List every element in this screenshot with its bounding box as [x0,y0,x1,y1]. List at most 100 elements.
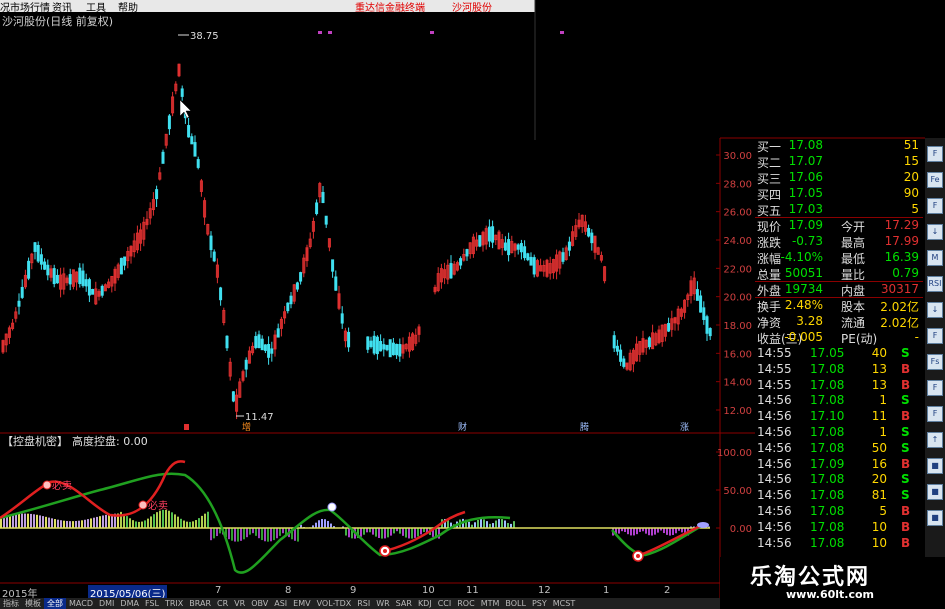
side-tool-icon[interactable]: F [927,380,943,396]
sell-marker [42,480,52,490]
tick-row: 14:55 17.08 13 B [755,378,923,394]
indicator-tabs: 指标 模板 全部 MACD DMI DMA FSL TRIX BRAR CR VR OBV ASI EMV… [0,598,720,609]
stat-value: 50051 [784,266,823,280]
side-tool-icon[interactable]: Fe [927,172,943,188]
tick-side: B [901,519,911,534]
indicator-bar [183,520,185,528]
indicator-bar [144,520,146,528]
indicator-tab[interactable]: MCST [550,599,578,608]
indicator-tab[interactable]: TRIX [162,599,186,608]
stat-value-2: 17.29 [884,218,919,232]
indicator-bar [384,528,386,539]
candle-body [267,344,271,358]
indicator-tab[interactable]: 模板 [22,598,44,609]
indicator-tab[interactable]: DMI [96,599,117,608]
indicator-tab[interactable]: ROC [454,599,477,608]
indicator-tab[interactable]: MACD [66,599,96,608]
indicator-bar [84,519,86,528]
tick-row: 14:56 17.08 5 B [755,504,923,520]
indicator-tab[interactable]: CR [214,599,231,608]
price-tick-label: 28.00 [723,179,752,190]
indicator-tab[interactable]: WR [373,599,392,608]
indicator-bar [66,520,68,528]
side-tool-icon[interactable]: ↓ [927,224,943,240]
indicator-tab[interactable]: SAR [393,599,415,608]
candle-body [615,345,619,352]
side-tool-icon[interactable]: ■ [927,458,943,474]
indicator-bar [165,509,167,528]
indicator-tab[interactable]: 全部 [44,598,66,609]
indicator-tab[interactable]: VOL-TDX [314,599,355,608]
tick-side: S [901,393,910,408]
candle-body [449,263,453,279]
candle-body [612,335,616,349]
tick-time: 14:56 [757,535,792,550]
indicator-tab[interactable]: CCI [435,599,455,608]
indicator-bar [633,528,635,536]
indicator-bar [483,519,485,528]
indicator-bar [630,528,632,536]
tick-price: 17.08 [810,535,845,550]
candle-body [219,287,223,301]
indicator-bar [141,521,143,528]
stat-row: 换手 2.48% 股本 2.02亿 [755,298,923,314]
indicator-tab[interactable]: EMV [290,599,313,608]
side-tool-icon[interactable]: ↓ [927,302,943,318]
price-axis: 30.00 28.00 26.00 24.00 22.00 20.00 18.00 16.00… [716,151,752,535]
indicator-tab[interactable]: MTM [478,599,503,608]
indicator-bar [666,528,668,535]
indicator-bar [108,514,110,528]
side-tool-icon[interactable]: ■ [927,484,943,500]
tick-time: 14:56 [757,456,792,471]
bid-row: 买二 17.07 15 [755,154,923,170]
indicator-bar [636,528,638,535]
candle-body [695,289,699,301]
indicator-tab[interactable]: RSI [354,599,373,608]
sell-label: 必卖 [148,499,168,512]
month-label: 1 [603,585,610,596]
indicator-bar [648,528,650,536]
indicator-tab[interactable]: FSL [142,599,162,608]
side-tool-icon[interactable]: Fs [927,354,943,370]
stat-label: 换手 [757,300,782,314]
tick-volume: 50 [871,440,887,455]
side-tool-icon[interactable]: F [927,146,943,162]
month-label: 11 [466,585,479,596]
indicator-tab[interactable]: BRAR [186,599,214,608]
indicator-tab[interactable]: 指标 [0,598,22,609]
tick-side: B [901,535,911,550]
quote-divider [755,281,923,282]
indicator-bar [132,520,134,528]
tick-side: B [901,456,911,471]
side-tool-icon[interactable]: ↑ [927,432,943,448]
tick-side: S [901,346,910,360]
month-label: 2 [664,585,671,596]
side-tool-icon[interactable]: RSI [927,276,943,292]
stat-row: 涨幅 -4.10% 最低 16.39 [755,250,923,266]
indicator-bar [240,528,242,541]
side-tool-icon[interactable]: F [927,406,943,422]
indicator-name[interactable]: 【控盘机密】 [2,433,68,449]
indicator-tab[interactable]: ASI [271,599,290,608]
stat-row: 涨跌 -0.73 最高 17.99 [755,234,923,250]
indicator-bar [78,520,80,528]
indicator-tab[interactable]: BOLL [502,599,529,608]
indicator-tab[interactable]: VR [231,599,248,608]
side-tool-icon[interactable]: ■ [927,510,943,526]
side-tool-icon[interactable]: F [927,198,943,214]
event-mark-red [184,424,189,430]
indicator-bar [18,513,20,528]
indicator-tab[interactable]: DMA [117,599,142,608]
stat-label-2: PE(动) [841,332,878,346]
indicator-bar [72,521,74,528]
indicator-bar [381,528,383,539]
indicator-tab[interactable]: OBV [248,599,271,608]
indicator-tab[interactable]: KDJ [415,599,435,608]
candle-body [276,328,280,338]
candle-body [87,279,91,296]
indicator-bar [75,521,77,528]
side-tool-icon[interactable]: F [927,328,943,344]
side-tool-icon[interactable]: M [927,250,943,266]
tick-volume: 81 [871,488,887,503]
indicator-tab[interactable]: PSY [529,599,550,608]
